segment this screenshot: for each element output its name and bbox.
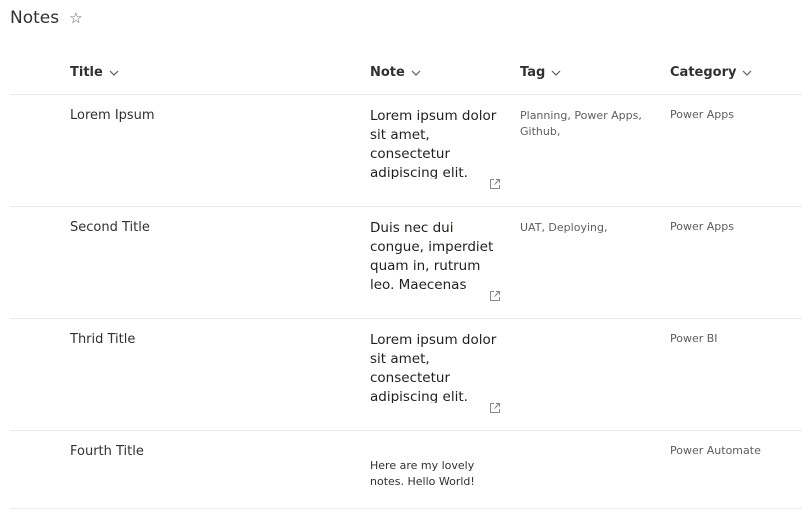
column-header-label: Title	[70, 65, 103, 80]
title-cell[interactable]: Second Title	[70, 220, 150, 235]
column-header-tag[interactable]: Tag	[520, 65, 561, 80]
category-cell: Power Apps	[670, 220, 734, 233]
chevron-down-icon	[411, 70, 421, 76]
column-header-category[interactable]: Category	[670, 65, 752, 80]
category-cell: Power Apps	[670, 108, 734, 121]
tag-cell: UAT, Deploying,	[520, 221, 608, 234]
column-header-label: Category	[670, 65, 737, 80]
page-title: Notes	[10, 8, 60, 28]
open-in-new-icon[interactable]	[489, 290, 501, 302]
category-cell: Power Automate	[670, 444, 761, 457]
title-cell[interactable]: Lorem Ipsum	[70, 108, 155, 123]
list-header: Title Note Tag Category	[10, 52, 802, 95]
chevron-down-icon	[743, 70, 752, 76]
table-row[interactable]: Thrid Title Lorem ipsum dolor sit amet, …	[10, 319, 802, 431]
category-cell: Power BI	[670, 332, 718, 345]
title-cell[interactable]: Fourth Title	[70, 444, 144, 459]
open-in-new-icon[interactable]	[489, 402, 501, 414]
table-row[interactable]: Fourth Title Here are my lovely notes. H…	[10, 431, 802, 509]
open-in-new-icon[interactable]	[489, 178, 501, 190]
page-header: Notes ☆	[10, 6, 83, 30]
chevron-down-icon	[109, 70, 119, 76]
tag-cell: Planning, Power Apps, Github,	[520, 109, 642, 138]
table-row[interactable]: Second Title Duis nec dui congue, imperd…	[10, 207, 802, 319]
title-cell[interactable]: Thrid Title	[70, 332, 135, 347]
column-header-label: Note	[370, 65, 405, 80]
favorite-star-icon[interactable]: ☆	[69, 10, 82, 26]
note-cell: Lorem ipsum dolor sit amet, consectetur …	[370, 332, 497, 403]
chevron-down-icon	[551, 70, 561, 76]
note-cell: Duis nec dui congue, imperdiet quam in, …	[370, 220, 494, 291]
note-cell: Here are my lovely notes. Hello World!	[370, 459, 475, 488]
note-cell: Lorem ipsum dolor sit amet, consectetur …	[370, 108, 497, 179]
table-row[interactable]: Lorem Ipsum Lorem ipsum dolor sit amet, …	[10, 95, 802, 207]
column-header-title[interactable]: Title	[70, 65, 119, 80]
column-header-label: Tag	[520, 65, 546, 80]
notes-list: Title Note Tag Category Lorem Ipsum Lore…	[10, 52, 802, 509]
column-header-note[interactable]: Note	[370, 65, 421, 80]
